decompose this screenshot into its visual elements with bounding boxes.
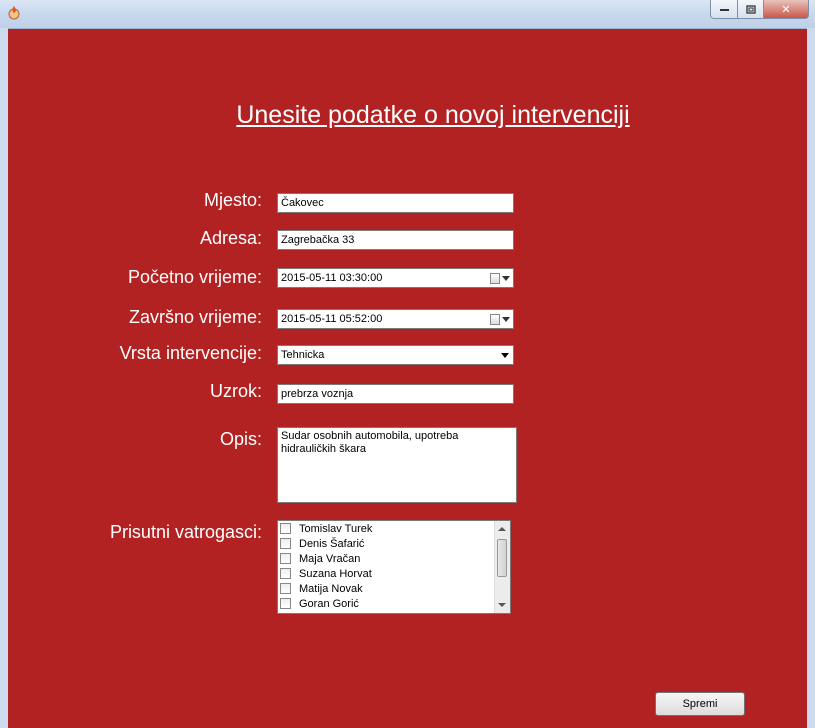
vrsta-intervencije-select[interactable]: Tehnicka [277, 345, 514, 365]
pocetno-vrijeme-label: Početno vrijeme: [127, 267, 262, 287]
uzrok-label: Uzrok: [209, 381, 262, 401]
window-frame-left [0, 28, 8, 728]
list-item[interactable]: Maja Vračan [278, 551, 510, 566]
adresa-value: Zagrebačka 33 [281, 234, 355, 246]
close-button[interactable]: ✕ [764, 0, 809, 19]
vrsta-intervencije-value: Tehnicka [281, 349, 325, 361]
adresa-input[interactable]: Zagrebačka 33 [277, 230, 514, 250]
page-title: Unesite podatke o novoj intervenciji [236, 101, 630, 129]
vrsta-intervencije-label: Vrsta intervencije: [119, 343, 262, 363]
zavrsno-vrijeme-value: 2015-05-11 05:52:00 [281, 313, 383, 325]
date-dropdown[interactable] [490, 311, 512, 327]
vatrogasac-name: Maja Vračan [299, 552, 361, 565]
vatrogasci-checklist[interactable]: Tomislav Turek Denis Šafarić Maja Vračan… [277, 520, 511, 614]
chevron-down-icon [502, 275, 510, 281]
vatrogasci-label: Prisutni vatrogasci: [109, 522, 262, 542]
chevron-down-icon [501, 353, 509, 358]
app-flame-icon [8, 6, 20, 20]
window-frame-right [807, 28, 815, 728]
calendar-icon [490, 313, 500, 325]
pocetno-vrijeme-picker[interactable]: 2015-05-11 03:30:00 [277, 268, 514, 288]
vertical-scrollbar[interactable] [494, 521, 510, 613]
checkbox[interactable] [280, 538, 291, 549]
checkbox[interactable] [280, 523, 291, 534]
mjesto-input[interactable]: Čakovec [277, 193, 514, 213]
scroll-thumb[interactable] [497, 539, 507, 577]
opis-value: Sudar osobnih automobila, upotreba hidra… [281, 430, 459, 455]
opis-label: Opis: [219, 429, 262, 449]
vatrogasac-name: Goran Gorić [299, 597, 359, 610]
list-item[interactable]: Suzana Horvat [278, 566, 510, 581]
title-bar[interactable]: ✕ [0, 0, 815, 29]
mjesto-value: Čakovec [281, 197, 324, 209]
date-dropdown[interactable] [490, 270, 512, 286]
zavrsno-vrijeme-picker[interactable]: 2015-05-11 05:52:00 [277, 309, 514, 329]
window-controls: ✕ [710, 0, 809, 19]
minimize-icon [719, 9, 729, 11]
checkbox[interactable] [280, 553, 291, 564]
restore-icon [745, 4, 756, 14]
list-item[interactable]: Matija Novak [278, 581, 510, 596]
form-client-area: Unesite podatke o novoj intervenciji Mje… [8, 29, 807, 728]
pocetno-vrijeme-value: 2015-05-11 03:30:00 [281, 272, 383, 284]
zavrsno-vrijeme-label: Završno vrijeme: [128, 307, 262, 327]
scroll-up-icon[interactable] [498, 527, 506, 531]
checkbox[interactable] [280, 583, 291, 594]
chevron-down-icon [502, 316, 510, 322]
mjesto-label: Mjesto: [203, 190, 262, 210]
close-icon: ✕ [781, 3, 791, 16]
vatrogasac-name: Matija Novak [299, 582, 363, 595]
uzrok-input[interactable]: prebrza voznja [277, 384, 514, 404]
vatrogasac-name: Denis Šafarić [299, 537, 365, 550]
vatrogasac-name: Tomislav Turek [299, 522, 373, 535]
minimize-button[interactable] [710, 0, 738, 19]
vatrogasac-name: Suzana Horvat [299, 567, 372, 580]
adresa-label: Adresa: [199, 228, 262, 248]
calendar-icon [490, 272, 500, 284]
list-item[interactable]: Denis Šafarić [278, 536, 510, 551]
checkbox[interactable] [280, 568, 291, 579]
save-button[interactable]: Spremi [655, 692, 745, 716]
opis-textarea[interactable]: Sudar osobnih automobila, upotreba hidra… [277, 427, 517, 503]
uzrok-value: prebrza voznja [281, 388, 354, 400]
list-item[interactable]: Tomislav Turek [278, 521, 510, 536]
restore-button[interactable] [738, 0, 764, 19]
scroll-down-icon[interactable] [498, 603, 506, 607]
list-item[interactable]: Goran Gorić [278, 596, 510, 611]
checkbox[interactable] [280, 598, 291, 609]
